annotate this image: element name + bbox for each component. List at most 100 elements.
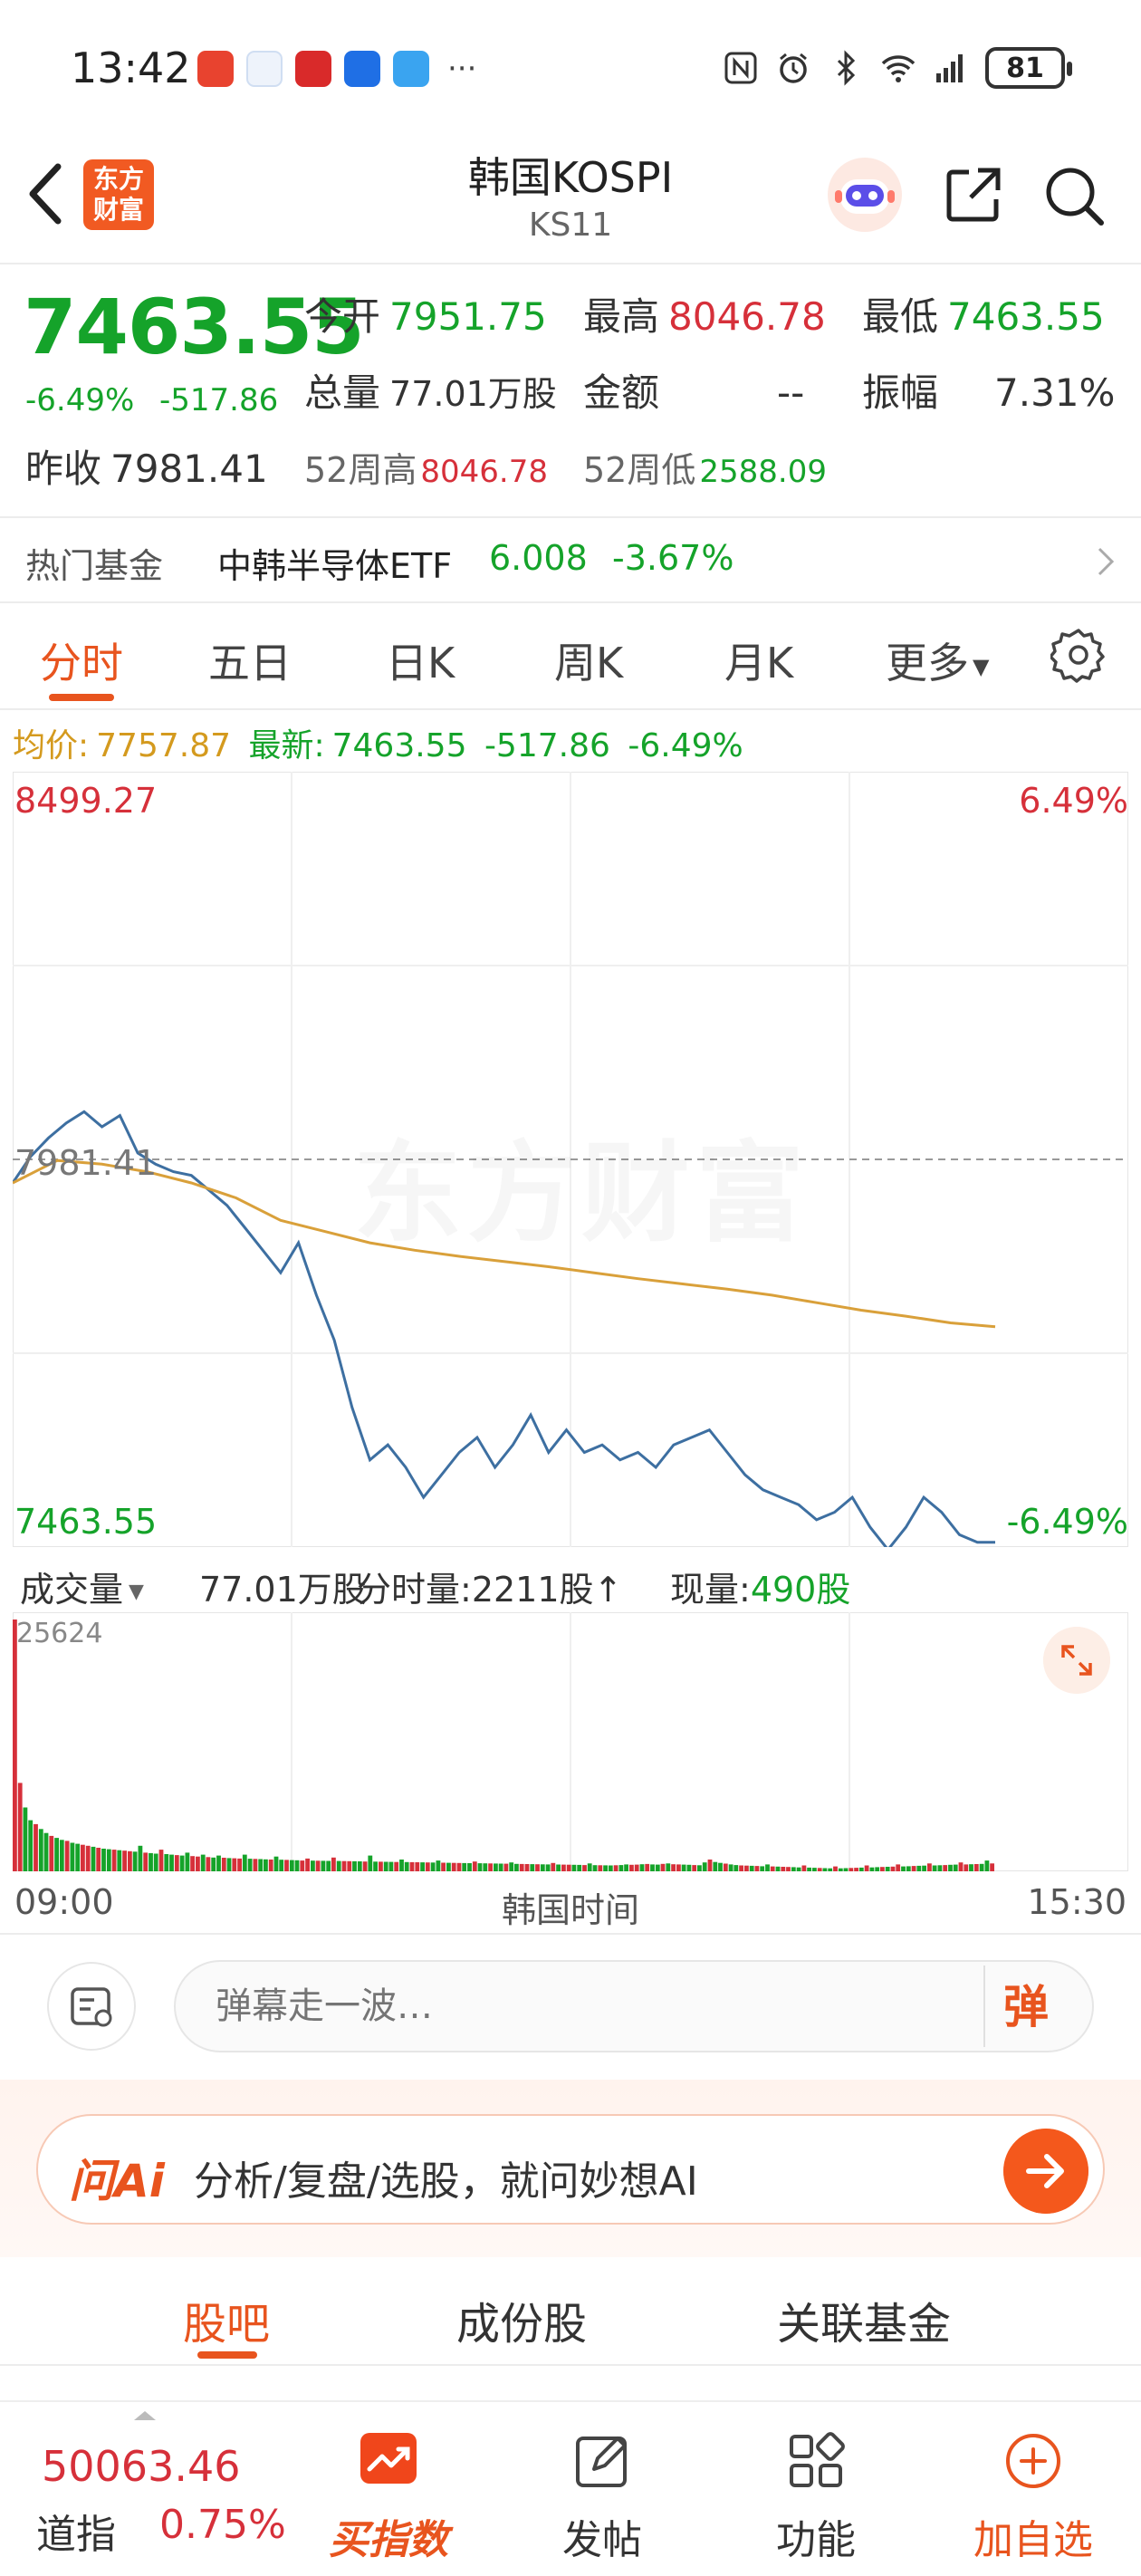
functions-button[interactable]: 功能 [748,2429,884,2565]
danmu-row: 弹 [0,1938,1141,2074]
dow-price[interactable]: 50063.46 [42,2442,241,2491]
volume-bar [937,1865,943,1871]
volume-bar [629,1864,634,1871]
volume-bar [467,1863,472,1871]
post-button[interactable]: 发帖 [534,2429,670,2565]
volume-bar [399,1860,404,1871]
notification-icons: ··· [197,51,476,87]
volume-bar [676,1864,681,1871]
tab-five-day[interactable]: 五日 [208,630,292,690]
volume-bar [242,1854,247,1871]
volume-bar [916,1865,922,1871]
volume-bar [843,1868,849,1871]
volume-bar [321,1860,326,1871]
tab-daily-k[interactable]: 日K [386,630,455,690]
volume-chart[interactable] [12,1611,1129,1872]
volume-bar [890,1866,896,1871]
volume-dropdown[interactable]: 成交量 ▼ [20,1562,149,1611]
time-axis: 09:00 韩国时间 15:30 [0,1877,1141,1931]
fund-name: 中韩半导体ETF [217,546,453,586]
fund-percent: -3.67% [612,538,734,578]
volume-bar [128,1850,132,1871]
danmu-settings-icon[interactable] [47,1962,136,2051]
volume-bar [791,1867,796,1871]
volume-bar [770,1866,775,1871]
ai-ask-bar[interactable]: 问Ai 分析/复盘/选股，就问妙想AI [36,2114,1105,2225]
volume-bar [885,1867,890,1871]
volume-bar [300,1860,305,1871]
volume-bar [64,1841,70,1871]
volume-bar [864,1865,869,1871]
low52-stat: 52周低 2588.09 [583,450,827,490]
volume-bar [164,1854,169,1871]
volume-bar [571,1864,577,1871]
open-stat: 今开 7951.75 [304,294,547,339]
tab-guba[interactable]: 股吧 [183,2288,270,2351]
buy-index-button[interactable]: 买指数 [321,2429,456,2565]
volume-bar [896,1864,901,1871]
ai-robot-icon[interactable] [826,156,904,234]
volume-bar [273,1856,279,1871]
volume-bar [54,1838,59,1871]
volume-bar [786,1867,791,1871]
volume-bar [969,1864,973,1871]
volume-bar [446,1862,451,1871]
volume-bar [666,1863,671,1871]
volume-bar [660,1863,666,1871]
volume-bar [707,1860,713,1871]
danmu-send-button[interactable]: 弹 [1003,1971,1049,2036]
danmu-input[interactable] [174,1960,1094,2052]
tab-weekly-k[interactable]: 周K [554,630,623,690]
volume-bar [645,1863,650,1871]
tab-more[interactable]: 更多 ▼ [886,630,989,690]
community-divider [0,2364,1141,2366]
y-max-pct-label: 6.49% [1019,781,1128,821]
tab-intraday[interactable]: 分时 [40,630,123,690]
grid-icon [790,2432,845,2487]
volume-bar [692,1865,697,1871]
arrow-right-icon[interactable] [1003,2129,1088,2214]
expand-up-icon[interactable] [134,2411,156,2420]
volume-bar [503,1863,509,1871]
volume-bar [849,1868,854,1871]
volume-total: 77.01万股 [199,1570,367,1610]
volume-bar [425,1862,430,1871]
volume-bar [404,1861,409,1871]
volume-bar [70,1842,75,1871]
amount-stat: 金额 -- [583,370,805,415]
community-tabs: 股吧 成份股 关联基金 [0,2259,1141,2364]
volume-bar [226,1858,232,1871]
active-tab-indicator [49,694,114,701]
volume-bar [158,1850,164,1871]
volume-bar [279,1860,284,1871]
volume-bar [200,1854,206,1871]
hot-fund-row[interactable]: 热门基金 中韩半导体ETF 6.008 -3.67% [0,518,1141,601]
share-icon[interactable] [942,163,1005,226]
volume-bar [608,1865,613,1871]
tab-constituents[interactable]: 成份股 [456,2288,587,2351]
battery-indicator: 81 [985,47,1072,89]
volume-bar [801,1865,807,1871]
volume-bar [948,1864,953,1871]
ai-logo: 问Ai [69,2155,165,2207]
gear-icon[interactable] [1050,627,1107,683]
tick-volume: 分时量:2211股↑ [357,1570,623,1610]
expand-icon[interactable] [1043,1627,1110,1694]
add-watchlist-button[interactable]: 加自选 [965,2429,1101,2565]
danmu-separator [983,1966,985,2047]
search-icon[interactable] [1041,163,1107,228]
tab-monthly-k[interactable]: 月K [724,630,793,690]
volume-bar [409,1861,415,1871]
tab-related-funds[interactable]: 关联基金 [777,2288,951,2351]
volume-bar [494,1863,498,1871]
caret-down-icon: ▼ [973,653,990,679]
volume-bar [13,1620,17,1871]
volume-bar [101,1849,106,1871]
volume-bar [901,1866,906,1871]
nfc-icon [724,52,757,84]
volume-bar [838,1868,843,1871]
volume-bar [775,1866,781,1871]
volume-bar [185,1852,190,1871]
alarm-icon [780,53,807,83]
volume-bar [75,1843,81,1871]
